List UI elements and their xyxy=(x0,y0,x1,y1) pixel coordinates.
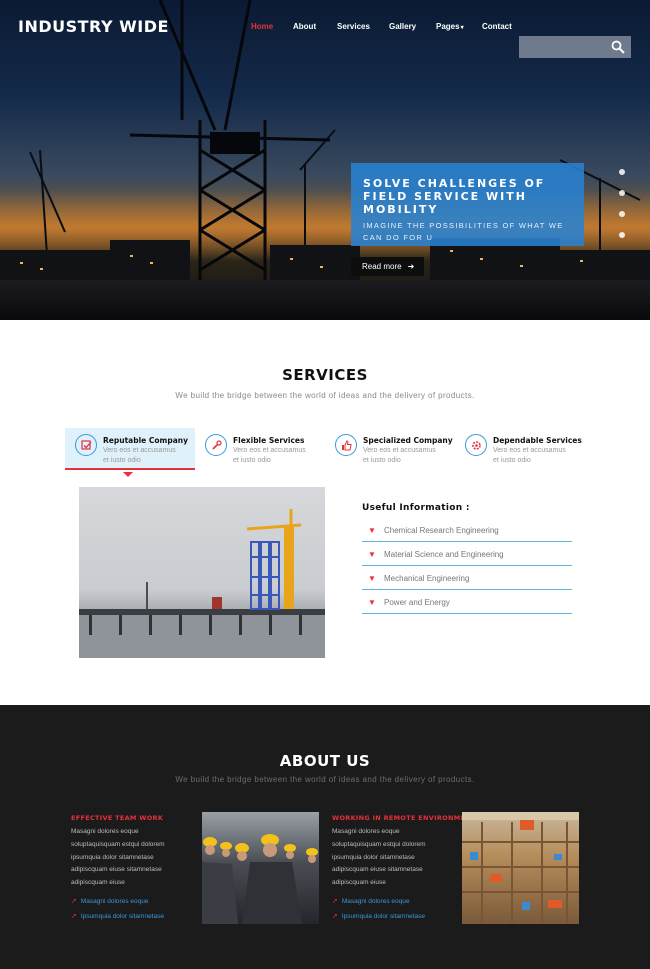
useful-item[interactable]: ▼ Material Science and Engineering xyxy=(362,543,572,566)
useful-info-title: Useful Information : xyxy=(362,503,470,513)
about-title: ABOUT US xyxy=(279,752,371,770)
search-icon[interactable] xyxy=(611,40,625,54)
about-link[interactable]: ➚ Ipsumquia dolor sitamnetase xyxy=(332,912,425,921)
about-link[interactable]: ➚ Masagni dolores eoque xyxy=(71,897,149,906)
body-line: ipsumquia dolor sitamnetase xyxy=(332,853,415,861)
brand-logo[interactable]: INDUSTRY WIDE xyxy=(18,17,169,36)
useful-item-label: Chemical Research Engineering xyxy=(384,525,499,535)
nav-contact[interactable]: Contact xyxy=(482,22,522,31)
slider-dot[interactable] xyxy=(619,211,625,217)
nav-gallery[interactable]: Gallery xyxy=(389,22,436,31)
nav-home[interactable]: Home xyxy=(251,22,293,31)
check-icon xyxy=(75,434,97,456)
feature-tab-dependable[interactable]: Dependable Services Vero eos et accusamu… xyxy=(455,428,585,470)
feature-title: Specialized Company xyxy=(363,436,453,445)
useful-item-label: Mechanical Engineering xyxy=(384,573,470,583)
arrow-right-icon: ➜ xyxy=(407,262,415,271)
slider-dot[interactable] xyxy=(619,169,625,175)
cog-icon xyxy=(465,434,487,456)
body-line: ipsumquia dolor sitamnetase xyxy=(71,853,154,861)
useful-item-label: Material Science and Engineering xyxy=(384,549,504,559)
hero-banner: INDUSTRY WIDE Home About Services Galler… xyxy=(0,0,650,320)
nav-pages[interactable]: Pages▾ xyxy=(436,22,482,31)
body-line: Masagni dolores eoque xyxy=(71,828,139,835)
body-line: adipiscquam eiuse sitamnetase xyxy=(71,866,162,874)
search-input[interactable] xyxy=(519,36,631,58)
feature-tab-specialized[interactable]: Specialized Company Vero eos et accusamu… xyxy=(325,428,455,470)
about-col-body: Masagni dolores eoque soluptaquisquam es… xyxy=(332,826,457,890)
feature-title: Reputable Company xyxy=(103,436,188,445)
nav-about[interactable]: About xyxy=(293,22,337,31)
useful-item-label: Power and Energy xyxy=(384,597,450,607)
feature-title: Flexible Services xyxy=(233,436,305,445)
read-more-button[interactable]: Read more ➜ xyxy=(351,257,424,276)
chevron-down-icon: ▼ xyxy=(368,573,376,583)
services-subtitle: We build the bridge between the world of… xyxy=(175,391,475,400)
slider-dot[interactable] xyxy=(619,232,625,238)
workers-image xyxy=(202,812,319,924)
chevron-down-icon: ▾ xyxy=(460,25,464,31)
active-tab-caret xyxy=(123,472,133,477)
hero-title: SOLVE CHALLENGES OF FIELD SERVICE WITH M… xyxy=(363,177,546,216)
arrow-icon: ➚ xyxy=(332,898,338,905)
about-col-title: WORKING IN REMOTE ENVIRONMENTS xyxy=(332,814,481,822)
about-link-label: Ipsumquia dolor sitamnetase xyxy=(80,912,164,920)
feature-title: Dependable Services xyxy=(493,436,582,445)
nav-pages-label: Pages xyxy=(436,22,460,31)
about-col-title: EFFECTIVE TEAM WORK xyxy=(71,814,164,822)
slider-dots xyxy=(619,169,625,238)
about-col-body: Masagni dolores eoque soluptaquisquam es… xyxy=(71,826,196,890)
body-line: adipiscquam eiuse xyxy=(332,879,386,887)
hero-subtitle: IMAGINE THE POSSIBILITIES OF WHAT WE CAN… xyxy=(363,221,564,242)
feature-desc: Vero eos et accusamus et iusto odio xyxy=(233,447,306,464)
about-link-label: Masagni dolores eoque xyxy=(341,897,410,905)
body-line: adipiscquam eiuse sitamnetase xyxy=(332,866,423,874)
about-link-label: Masagni dolores eoque xyxy=(80,897,149,905)
construction-site-image xyxy=(462,812,579,924)
services-title: SERVICES xyxy=(282,366,368,384)
feature-tab-reputable[interactable]: Reputable Company Vero eos et accusamus … xyxy=(65,428,195,470)
body-line: adipiscquam eiuse xyxy=(71,879,125,887)
main-nav: Home About Services Gallery Pages▾ Conta… xyxy=(251,22,522,31)
body-line: soluptaquisquam estqui dolorem xyxy=(71,840,165,848)
chevron-down-icon: ▼ xyxy=(368,525,376,535)
feature-desc: Vero eos et accusamus et iusto odio xyxy=(363,447,436,464)
about-link-label: Ipsumquia dolor sitamnetase xyxy=(341,912,425,920)
arrow-icon: ➚ xyxy=(71,913,77,920)
thumbs-up-icon xyxy=(335,434,357,456)
useful-item[interactable]: ▼ Power and Energy xyxy=(362,591,572,614)
arrow-icon: ➚ xyxy=(332,913,338,920)
about-link[interactable]: ➚ Masagni dolores eoque xyxy=(332,897,410,906)
useful-item[interactable]: ▼ Mechanical Engineering xyxy=(362,567,572,590)
useful-item[interactable]: ▼ Chemical Research Engineering xyxy=(362,519,572,542)
hero-caption: SOLVE CHALLENGES OF FIELD SERVICE WITH M… xyxy=(351,163,584,246)
chevron-down-icon: ▼ xyxy=(368,597,376,607)
wrench-icon xyxy=(205,434,227,456)
arrow-icon: ➚ xyxy=(71,898,77,905)
body-line: soluptaquisquam estqui dolorem xyxy=(332,840,426,848)
offshore-platform-image xyxy=(79,487,325,658)
body-line: Masagni dolores eoque xyxy=(332,828,400,835)
chevron-down-icon: ▼ xyxy=(368,549,376,559)
about-link[interactable]: ➚ Ipsumquia dolor sitamnetase xyxy=(71,912,164,921)
feature-desc: Vero eos et accusamus et iusto odio xyxy=(493,447,566,464)
about-subtitle: We build the bridge between the world of… xyxy=(175,775,475,784)
read-more-label: Read more xyxy=(362,262,402,271)
nav-services[interactable]: Services xyxy=(337,22,389,31)
feature-tab-flexible[interactable]: Flexible Services Vero eos et accusamus … xyxy=(195,428,325,470)
slider-dot[interactable] xyxy=(619,190,625,196)
feature-desc: Vero eos et accusamus et iusto odio xyxy=(103,447,176,464)
